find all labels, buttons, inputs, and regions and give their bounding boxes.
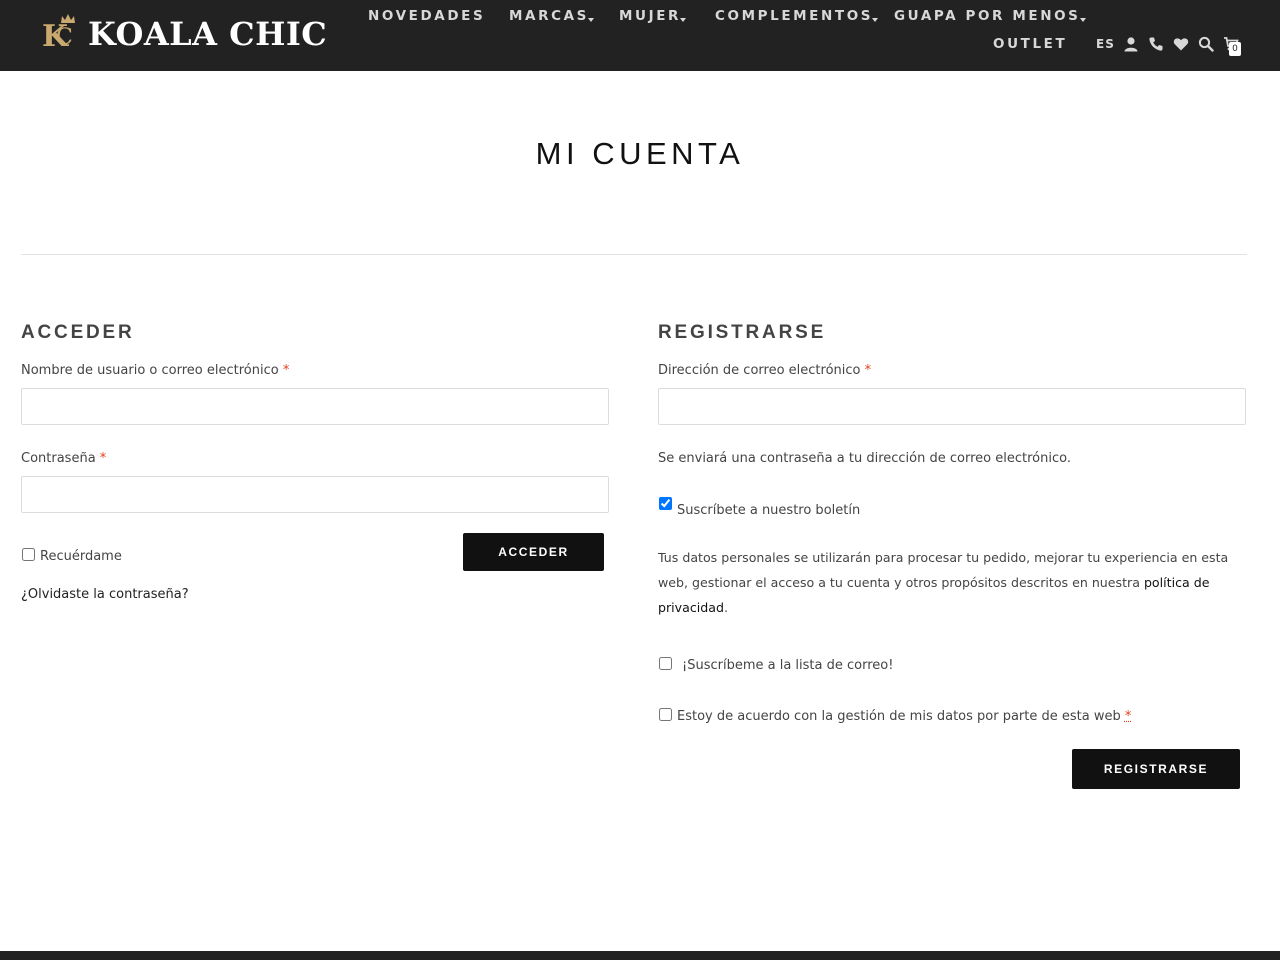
heart-icon[interactable]	[1173, 36, 1189, 52]
required-mark: *	[282, 363, 290, 378]
login-button[interactable]: ACCEDER	[463, 533, 604, 571]
consent-label: Estoy de acuerdo con la gestión de mis d…	[677, 709, 1132, 724]
newsletter-checkbox[interactable]	[659, 497, 672, 510]
title-divider	[21, 254, 1247, 255]
lost-password-link[interactable]: ¿Olvidaste la contraseña?	[21, 587, 189, 602]
nav-guapa-por-menos[interactable]: GUAPA POR MENOS	[894, 8, 1086, 24]
required-mark: *	[1124, 709, 1132, 724]
chevron-down-icon	[1079, 18, 1086, 22]
site-logo[interactable]: K C KOALA CHIC	[42, 12, 327, 56]
privacy-notice: Tus datos personales se utilizarán para …	[658, 550, 1229, 615]
search-icon[interactable]	[1198, 36, 1214, 52]
chevron-down-icon	[872, 18, 879, 22]
phone-icon[interactable]	[1148, 36, 1164, 52]
username-input[interactable]	[21, 388, 609, 425]
required-mark: *	[864, 363, 872, 378]
mailing-list-checkbox[interactable]	[659, 657, 672, 670]
footer-bar	[0, 951, 1280, 960]
nav-novedades[interactable]: NOVEDADES	[368, 8, 485, 24]
email-input[interactable]	[658, 388, 1246, 425]
page-title: MI CUENTA	[535, 136, 745, 171]
remember-me-checkbox[interactable]	[22, 548, 35, 561]
consent-checkbox[interactable]	[659, 708, 672, 721]
chevron-down-icon	[587, 18, 594, 22]
email-label: Dirección de correo electrónico *	[658, 363, 872, 378]
chevron-down-icon	[680, 18, 687, 22]
remember-me-label: Recuérdame	[40, 549, 122, 564]
nav-mujer[interactable]: MUJER	[619, 8, 687, 24]
cart-count-badge: 0	[1229, 42, 1241, 56]
mailing-list-label: ¡Suscríbeme a la lista de correo!	[682, 658, 894, 673]
username-label: Nombre de usuario o correo electrónico *	[21, 363, 290, 378]
language-switcher[interactable]: ES	[1096, 37, 1115, 51]
nav-outlet[interactable]: OUTLET	[993, 36, 1067, 52]
logo-monogram: K C	[42, 14, 86, 54]
register-button[interactable]: REGISTRARSE	[1072, 749, 1240, 789]
password-input[interactable]	[21, 476, 609, 513]
login-title: ACCEDER	[21, 322, 135, 343]
newsletter-label: Suscríbete a nuestro boletín	[677, 503, 861, 518]
password-note: Se enviará una contraseña a tu dirección…	[658, 451, 1071, 466]
header-tools: ES	[1096, 34, 1248, 54]
nav-complementos[interactable]: COMPLEMENTOS	[715, 8, 879, 24]
logo-text: KOALA CHIC	[88, 15, 328, 53]
site-header: K C KOALA CHIC NOVEDADES MARCAS MUJER CO…	[0, 0, 1280, 71]
logo-monogram-c: C	[56, 25, 73, 50]
register-title: REGISTRARSE	[658, 322, 827, 343]
nav-marcas[interactable]: MARCAS	[509, 8, 594, 24]
password-label: Contraseña *	[21, 451, 107, 466]
required-mark: *	[99, 451, 107, 466]
user-icon[interactable]	[1123, 36, 1139, 52]
